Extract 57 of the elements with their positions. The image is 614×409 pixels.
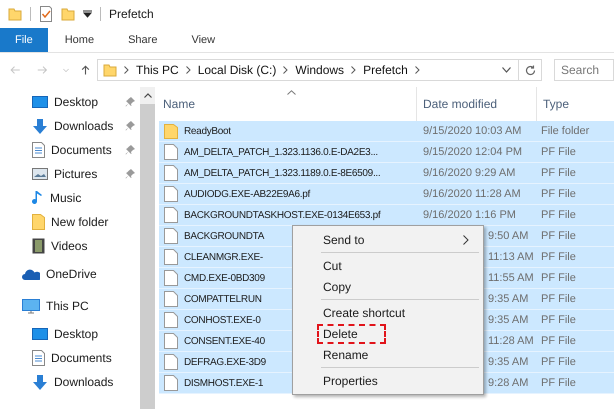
sidebar-label: This PC (46, 299, 89, 313)
date-modified: 9:35 AM (488, 356, 528, 368)
menu-item-label: Rename (323, 348, 368, 362)
date-modified: 9:35 AM (488, 293, 528, 305)
file-name: DEFRAG.EXE-3D9 (184, 356, 266, 368)
file-name: CONHOST.EXE-0 (184, 314, 261, 326)
file-type: PF File (541, 167, 576, 179)
file-type: PF File (541, 314, 576, 326)
menu-item-label: Cut (323, 258, 342, 272)
menu-item-label: Properties (323, 374, 378, 388)
date-modified: 11:55 AM (488, 272, 534, 284)
file-name: AM_DELTA_PATCH_1.323.1189.0.E-8E6509... (184, 168, 380, 178)
file-name: BACKGROUNDTA (184, 230, 264, 242)
sidebar-label: Videos (51, 239, 88, 253)
window-title: Prefetch (109, 7, 154, 21)
sidebar-label: Downloads (54, 375, 114, 389)
date-modified: 9:35 AM (488, 314, 528, 326)
file-name: AM_DELTA_PATCH_1.323.1136.0.E-DA2E3... (184, 146, 378, 158)
menu-item-label: Delete (317, 324, 386, 344)
file-name: CONSENT.EXE-40 (184, 336, 265, 346)
date-modified: 9/16/2020 1:16 PM (423, 209, 516, 221)
sidebar-label: Documents (51, 351, 112, 365)
file-type: PF File (541, 356, 576, 368)
sidebar-label: Music (50, 191, 82, 205)
file-name: AUDIODG.EXE-AB22E9A6.pf (184, 188, 310, 200)
file-type: PF File (541, 377, 576, 389)
date-modified: 9/15/2020 12:04 PM (423, 146, 522, 158)
date-modified: 9:50 AM (488, 230, 528, 242)
file-type: PF File (541, 335, 576, 347)
date-modified: 9/15/2020 10:03 AM (423, 125, 522, 137)
file-type: PF File (541, 146, 576, 158)
sidebar-label: Pictures (54, 167, 98, 181)
date-modified: 9/16/2020 11:28 AM (423, 188, 521, 200)
file-name: BACKGROUNDTASKHOST.EXE-0134E653.pf (184, 210, 380, 220)
file-type: PF File (541, 272, 576, 284)
sidebar-label: New folder (51, 215, 108, 229)
date-modified: 11:28 AM (488, 335, 534, 347)
file-type: PF File (541, 188, 576, 200)
menu-item-label: Send to (323, 232, 364, 246)
file-type: PF File (541, 209, 576, 221)
date-modified: 11:13 AM (488, 251, 534, 263)
file-name: ReadyBoot (184, 126, 231, 136)
file-type: PF File (541, 251, 576, 263)
sidebar-label: Desktop (54, 95, 98, 109)
sidebar-label: Documents (51, 143, 112, 157)
file-type: PF File (541, 293, 576, 305)
file-name: DISMHOST.EXE-1 (184, 378, 264, 388)
file-name: COMPATTELRUN (184, 294, 262, 304)
file-type: PF File (541, 230, 576, 242)
date-modified: 9:28 AM (488, 377, 528, 389)
sidebar-label: OneDrive (46, 267, 97, 281)
sidebar-label: Downloads (54, 119, 114, 133)
file-name: CLEANMGR.EXE- (184, 252, 263, 262)
date-modified: 9/16/2020 9:29 AM (423, 167, 516, 179)
file-type: File folder (541, 125, 590, 137)
file-name: CMD.EXE-0BD309 (184, 272, 265, 284)
sidebar-label: Desktop (54, 327, 98, 341)
